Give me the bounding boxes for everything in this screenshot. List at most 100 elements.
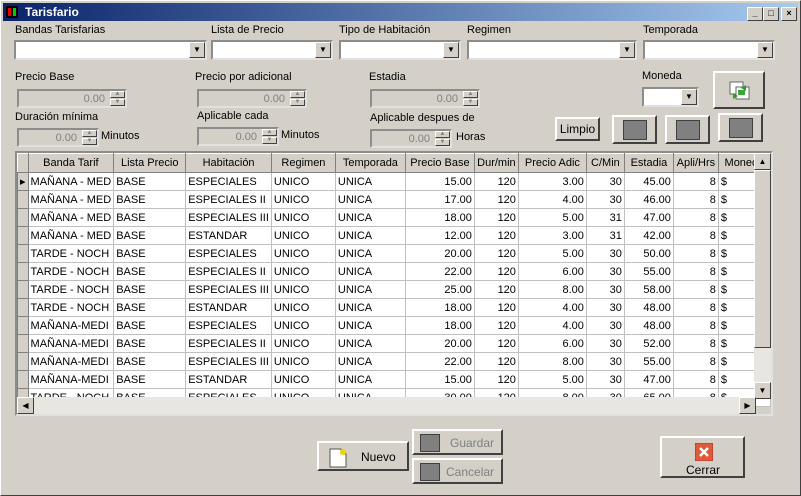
table-cell[interactable]: 22.00: [404, 262, 475, 281]
scroll-left-icon[interactable]: ◀: [17, 397, 34, 414]
table-cell[interactable]: 8.00: [517, 280, 587, 299]
duracion-input[interactable]: 0.00 ▲ ▼: [17, 128, 99, 147]
table-cell[interactable]: 3.00: [517, 172, 587, 191]
table-cell[interactable]: 8: [672, 298, 719, 317]
table-row[interactable]: MAÑANA-MEDI BASE ESTANDAR UNICO UNICA 15.00 12…: [17, 370, 771, 389]
column-header[interactable]: Temporada: [334, 153, 406, 173]
action-button-2[interactable]: [665, 115, 710, 144]
table-cell[interactable]: 31: [585, 208, 625, 227]
table-cell[interactable]: BASE: [113, 352, 187, 371]
spin-up-icon[interactable]: ▲: [435, 131, 450, 138]
action-button-3[interactable]: [718, 113, 763, 142]
table-cell[interactable]: UNICA: [334, 316, 406, 335]
table-cell[interactable]: 18.00: [404, 298, 475, 317]
table-cell[interactable]: ESPECIALES II: [185, 334, 272, 353]
table-cell[interactable]: 30: [585, 370, 625, 389]
table-cell[interactable]: UNICA: [334, 280, 406, 299]
column-header[interactable]: Banda Tarif: [27, 153, 115, 173]
scroll-right-icon[interactable]: ▶: [739, 397, 756, 414]
table-cell[interactable]: TARDE - NOCH: [27, 244, 115, 263]
precio-base-input[interactable]: 0.00 ▲ ▼: [17, 89, 127, 108]
chevron-down-icon[interactable]: ▼: [681, 89, 697, 105]
table-cell[interactable]: TARDE - NOCH: [27, 262, 115, 281]
table-cell[interactable]: ESPECIALES II: [185, 262, 272, 281]
table-cell[interactable]: 120: [473, 298, 519, 317]
table-cell[interactable]: 120: [473, 172, 519, 191]
table-cell[interactable]: BASE: [113, 208, 187, 227]
table-cell[interactable]: UNICA: [334, 370, 406, 389]
table-cell[interactable]: UNICA: [334, 334, 406, 353]
table-cell[interactable]: ESPECIALES III: [185, 280, 272, 299]
table-cell[interactable]: MAÑANA-MEDI: [27, 370, 115, 389]
table-cell[interactable]: 52.00: [623, 334, 674, 353]
table-cell[interactable]: 15.00: [404, 370, 475, 389]
table-cell[interactable]: 120: [473, 334, 519, 353]
table-cell[interactable]: 120: [473, 352, 519, 371]
table-cell[interactable]: BASE: [113, 244, 187, 263]
table-cell[interactable]: 6.00: [517, 262, 587, 281]
close-icon[interactable]: ×: [781, 7, 797, 21]
chevron-down-icon[interactable]: ▼: [315, 42, 331, 58]
column-header[interactable]: Precio Adic: [517, 153, 587, 173]
table-row[interactable]: TARDE - NOCH BASE ESPECIALES II UNICO UNICA 2…: [17, 262, 771, 281]
refresh-button[interactable]: [713, 71, 765, 109]
table-cell[interactable]: UNICO: [270, 334, 336, 353]
row-indicator[interactable]: [17, 208, 29, 227]
table-cell[interactable]: 17.00: [404, 190, 475, 209]
table-cell[interactable]: 48.00: [623, 316, 674, 335]
aplicable-despues-input[interactable]: 0.00 ▲ ▼: [370, 129, 452, 148]
table-cell[interactable]: ESPECIALES II: [185, 190, 272, 209]
table-row[interactable]: MAÑANA-MEDI BASE ESPECIALES II UNICO UNICA 20…: [17, 334, 771, 353]
table-cell[interactable]: 8: [672, 262, 719, 281]
table-cell[interactable]: 8: [672, 316, 719, 335]
table-cell[interactable]: ESTANDAR: [185, 298, 272, 317]
table-cell[interactable]: 120: [473, 208, 519, 227]
lista-select[interactable]: ▼: [211, 40, 333, 60]
chevron-down-icon[interactable]: ▼: [443, 42, 459, 58]
column-header[interactable]: Habitación: [185, 153, 272, 173]
nuevo-button[interactable]: Nuevo: [317, 441, 409, 471]
table-row[interactable]: TARDE - NOCH BASE ESPECIALES UNICO UNICA 20.0…: [17, 244, 771, 263]
table-cell[interactable]: 30: [585, 280, 625, 299]
table-cell[interactable]: 8: [672, 244, 719, 263]
table-cell[interactable]: 5.00: [517, 208, 587, 227]
precio-adicional-input[interactable]: 0.00 ▲ ▼: [197, 89, 307, 108]
table-cell[interactable]: BASE: [113, 280, 187, 299]
table-cell[interactable]: 120: [473, 244, 519, 263]
cerrar-button[interactable]: Cerrar: [660, 436, 745, 478]
minimize-icon[interactable]: _: [747, 7, 763, 21]
table-cell[interactable]: 31: [585, 226, 625, 245]
table-cell[interactable]: 8: [672, 280, 719, 299]
table-cell[interactable]: UNICA: [334, 208, 406, 227]
table-cell[interactable]: UNICA: [334, 262, 406, 281]
table-cell[interactable]: MAÑANA-MEDI: [27, 352, 115, 371]
table-cell[interactable]: 30: [585, 316, 625, 335]
table-cell[interactable]: MAÑANA-MEDI: [27, 334, 115, 353]
table-cell[interactable]: UNICA: [334, 226, 406, 245]
table-row[interactable]: ▸ MAÑANA - MED BASE ESPECIALES UNICO UNICA 15.…: [17, 172, 771, 191]
spin-down-icon[interactable]: ▼: [110, 99, 125, 106]
table-cell[interactable]: 120: [473, 316, 519, 335]
regimen-select[interactable]: ▼: [467, 40, 637, 60]
table-cell[interactable]: MAÑANA-MEDI: [27, 316, 115, 335]
row-indicator[interactable]: [17, 370, 29, 389]
table-cell[interactable]: UNICO: [270, 280, 336, 299]
row-indicator[interactable]: [17, 244, 29, 263]
table-cell[interactable]: UNICO: [270, 172, 336, 191]
table-cell[interactable]: 47.00: [623, 208, 674, 227]
table-cell[interactable]: 3.00: [517, 226, 587, 245]
table-cell[interactable]: 15.00: [404, 172, 475, 191]
row-indicator[interactable]: [17, 262, 29, 281]
temporada-select[interactable]: ▼: [643, 40, 775, 60]
row-indicator[interactable]: [17, 352, 29, 371]
table-cell[interactable]: 55.00: [623, 352, 674, 371]
table-cell[interactable]: 22.00: [404, 352, 475, 371]
table-cell[interactable]: 120: [473, 370, 519, 389]
cancelar-button[interactable]: Cancelar: [412, 458, 503, 484]
table-row[interactable]: MAÑANA - MED BASE ESPECIALES II UNICO UNICA 1…: [17, 190, 771, 209]
table-cell[interactable]: UNICO: [270, 370, 336, 389]
spin-up-icon[interactable]: ▲: [290, 91, 305, 98]
tarifas-grid[interactable]: Banda Tarif Lista Precio Habitación Regimen…: [15, 151, 773, 416]
table-cell[interactable]: 58.00: [623, 280, 674, 299]
table-cell[interactable]: UNICO: [270, 316, 336, 335]
